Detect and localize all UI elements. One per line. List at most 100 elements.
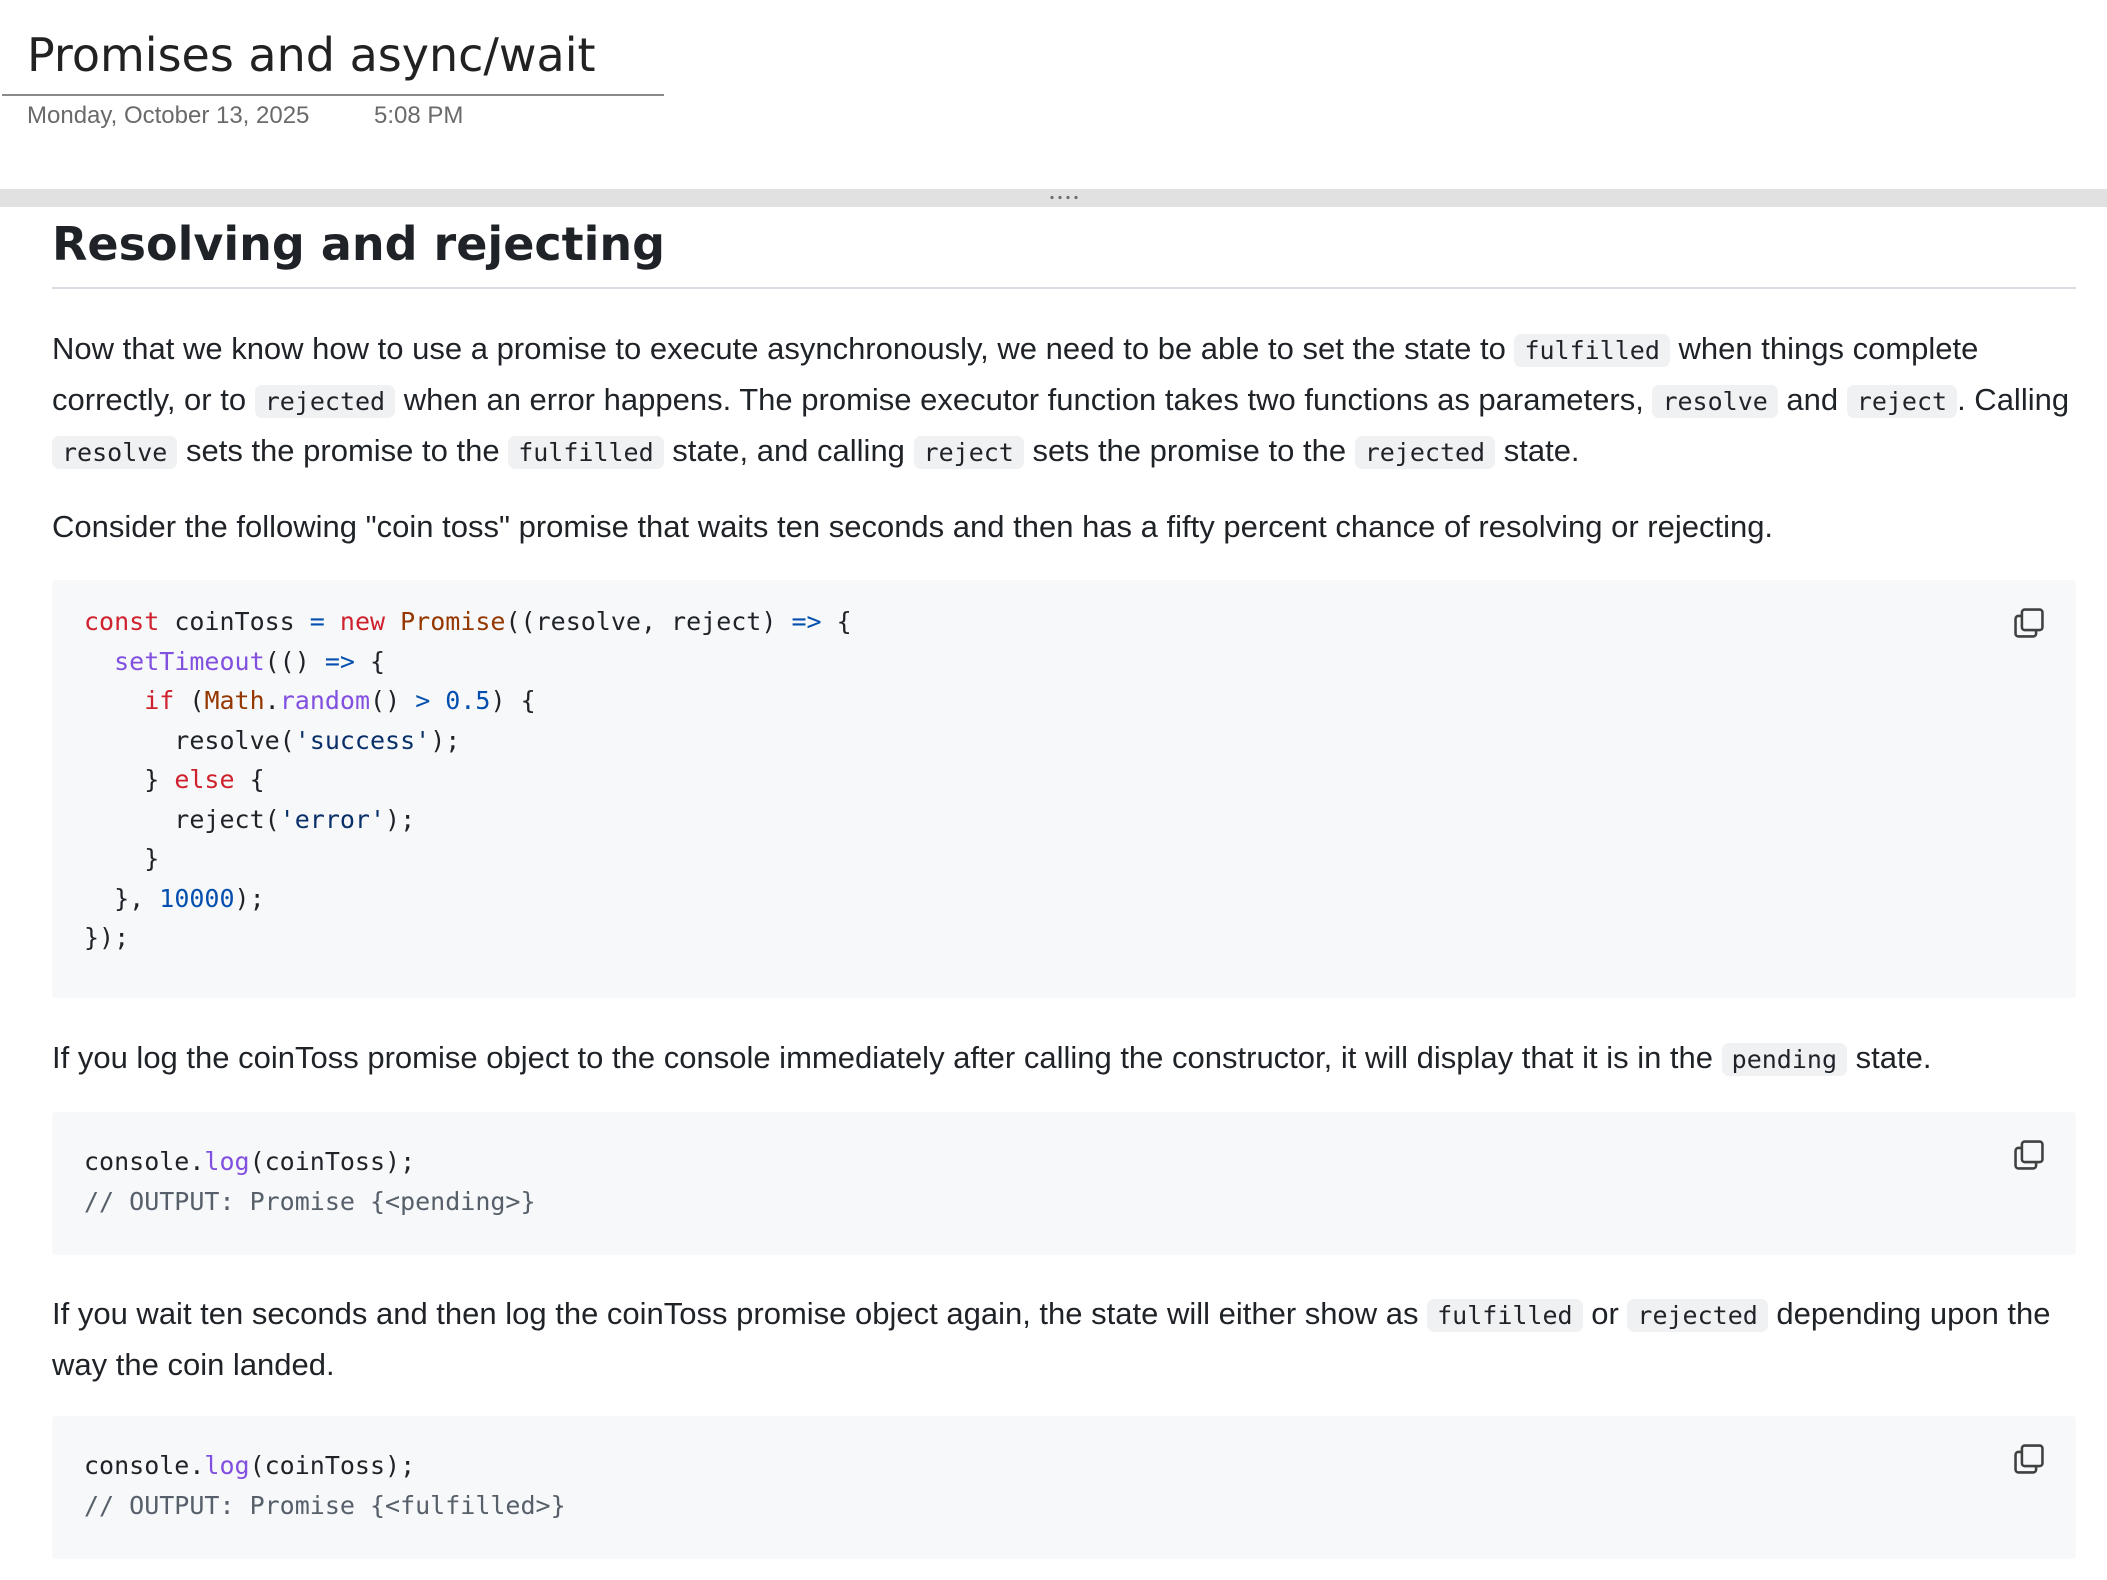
copy-icon[interactable] [2012, 606, 2046, 640]
code-token: const [84, 607, 160, 636]
heading-divider [52, 287, 2076, 289]
code-block-log-pending: console.log(coinToss); // OUTPUT: Promis… [52, 1112, 2076, 1255]
text-run: sets the promise to the [177, 433, 509, 468]
code-token: log [204, 1147, 250, 1176]
code-text: console.log(coinToss); // OUTPUT: Promis… [84, 1142, 536, 1221]
code-line: const coinToss = new Promise((resolve, r… [84, 607, 852, 636]
code-token: ( [174, 686, 205, 715]
inline-code: resolve [52, 436, 178, 469]
code-line: reject('error'); [84, 805, 415, 834]
code-token: coinToss [159, 607, 310, 636]
text-run: sets the promise to the [1023, 433, 1355, 468]
code-token: (coinToss); [249, 1147, 416, 1176]
code-line: } [84, 844, 160, 873]
text-run: state. [1847, 1040, 1932, 1075]
code-block-coin-toss: const coinToss = new Promise((resolve, r… [52, 580, 2076, 998]
code-token: ); [430, 725, 461, 755]
code-token: console [84, 1451, 190, 1480]
text-run: If you wait ten seconds and then log the… [52, 1296, 1428, 1331]
inline-code: pending [1721, 1043, 1847, 1076]
inline-code: fulfilled [508, 436, 664, 469]
paragraph-coin-toss-intro: Consider the following "coin toss" promi… [52, 509, 1774, 544]
text-run: state, and calling [663, 433, 914, 468]
code-token: . [189, 1147, 205, 1176]
code-token: Math [204, 686, 265, 715]
note-time: 5:08 PM [374, 102, 464, 129]
code-line: } else { [84, 765, 265, 794]
text-run: and [1777, 382, 1847, 417]
inline-code: rejected [1354, 436, 1496, 469]
code-token: { [234, 765, 265, 794]
code-comment: // OUTPUT: Promise {<fulfilled>} [84, 1490, 566, 1520]
note-content: Resolving and rejecting Now that we know… [52, 207, 2076, 1580]
note-date: Monday, October 13, 2025 [27, 102, 310, 129]
code-token: console [84, 1147, 190, 1176]
code-token: log [204, 1451, 250, 1480]
code-line: console.log(coinToss); [84, 1451, 415, 1480]
code-token: = [309, 607, 325, 636]
code-line: }, 10000); [84, 884, 265, 913]
code-token: { [354, 646, 386, 676]
inline-code: reject [913, 436, 1024, 469]
inline-code: rejected [1627, 1299, 1768, 1332]
code-token: () [370, 686, 416, 715]
code-token: 'success' [294, 725, 431, 755]
code-token: > [415, 686, 431, 715]
copy-icon[interactable] [2012, 1442, 2046, 1476]
inline-code: rejected [254, 385, 396, 418]
code-token: ); [385, 804, 416, 834]
code-token: else [174, 765, 235, 794]
code-line: resolve('success'); [84, 726, 460, 755]
code-line: }); [84, 923, 130, 952]
title-underline [2, 94, 664, 96]
code-token: 0.5 [430, 686, 491, 715]
paragraph-resolve-reject: Now that we know how to use a promise to… [52, 324, 2076, 477]
text-run: when an error happens. The promise execu… [395, 382, 1653, 417]
code-token: reject( [84, 804, 280, 834]
inline-code: fulfilled [1514, 334, 1670, 367]
code-token: ((resolve, reject) [505, 607, 792, 636]
code-text: const coinToss = new Promise((resolve, r… [84, 602, 852, 958]
note-header: Promises and async/wait Monday, October … [0, 0, 666, 140]
code-token: new [324, 607, 386, 636]
code-token: (coinToss); [249, 1451, 416, 1480]
code-token: . [264, 686, 280, 715]
code-token: ) { [490, 686, 536, 715]
copy-icon[interactable] [2012, 1138, 2046, 1172]
text-run: or [1582, 1296, 1628, 1331]
text-run: . Calling [1957, 382, 2070, 417]
splitter-bar[interactable] [0, 189, 2107, 207]
code-token: } [84, 765, 175, 794]
code-token: . [189, 1451, 205, 1480]
text-run: If you log the coinToss promise object t… [52, 1040, 1722, 1075]
code-token: => [324, 646, 355, 676]
text-run: Now that we know how to use a promise to… [52, 331, 1515, 366]
code-token: (() [264, 646, 325, 676]
paragraph-fulfilled-rejected: If you wait ten seconds and then log the… [52, 1289, 2076, 1389]
code-token: random [279, 686, 371, 715]
code-comment: // OUTPUT: Promise {<pending>} [84, 1186, 536, 1216]
code-token: if [144, 686, 175, 715]
drag-handle-icon[interactable] [1048, 195, 1080, 200]
paragraph-pending-state: If you log the coinToss promise object t… [52, 1033, 2076, 1084]
code-text: console.log(coinToss); // OUTPUT: Promis… [84, 1446, 566, 1525]
code-token: setTimeout [114, 646, 265, 676]
section-heading: Resolving and rejecting [52, 217, 666, 271]
code-token: 'error' [279, 804, 386, 834]
code-token: Promise [385, 607, 506, 636]
text-run: state. [1495, 433, 1580, 468]
code-token: 10000 [159, 883, 235, 913]
inline-code: fulfilled [1427, 1299, 1583, 1332]
page-title[interactable]: Promises and async/wait [27, 28, 596, 82]
code-token: { [821, 607, 852, 636]
code-block-log-fulfilled: console.log(coinToss); // OUTPUT: Promis… [52, 1416, 2076, 1559]
inline-code: reject [1846, 385, 1958, 418]
code-line: console.log(coinToss); [84, 1147, 415, 1176]
code-token: ); [234, 883, 265, 913]
code-token: }, [84, 883, 160, 913]
code-token: => [791, 607, 822, 636]
code-line: setTimeout(() => { [84, 647, 385, 676]
inline-code: resolve [1652, 385, 1778, 418]
